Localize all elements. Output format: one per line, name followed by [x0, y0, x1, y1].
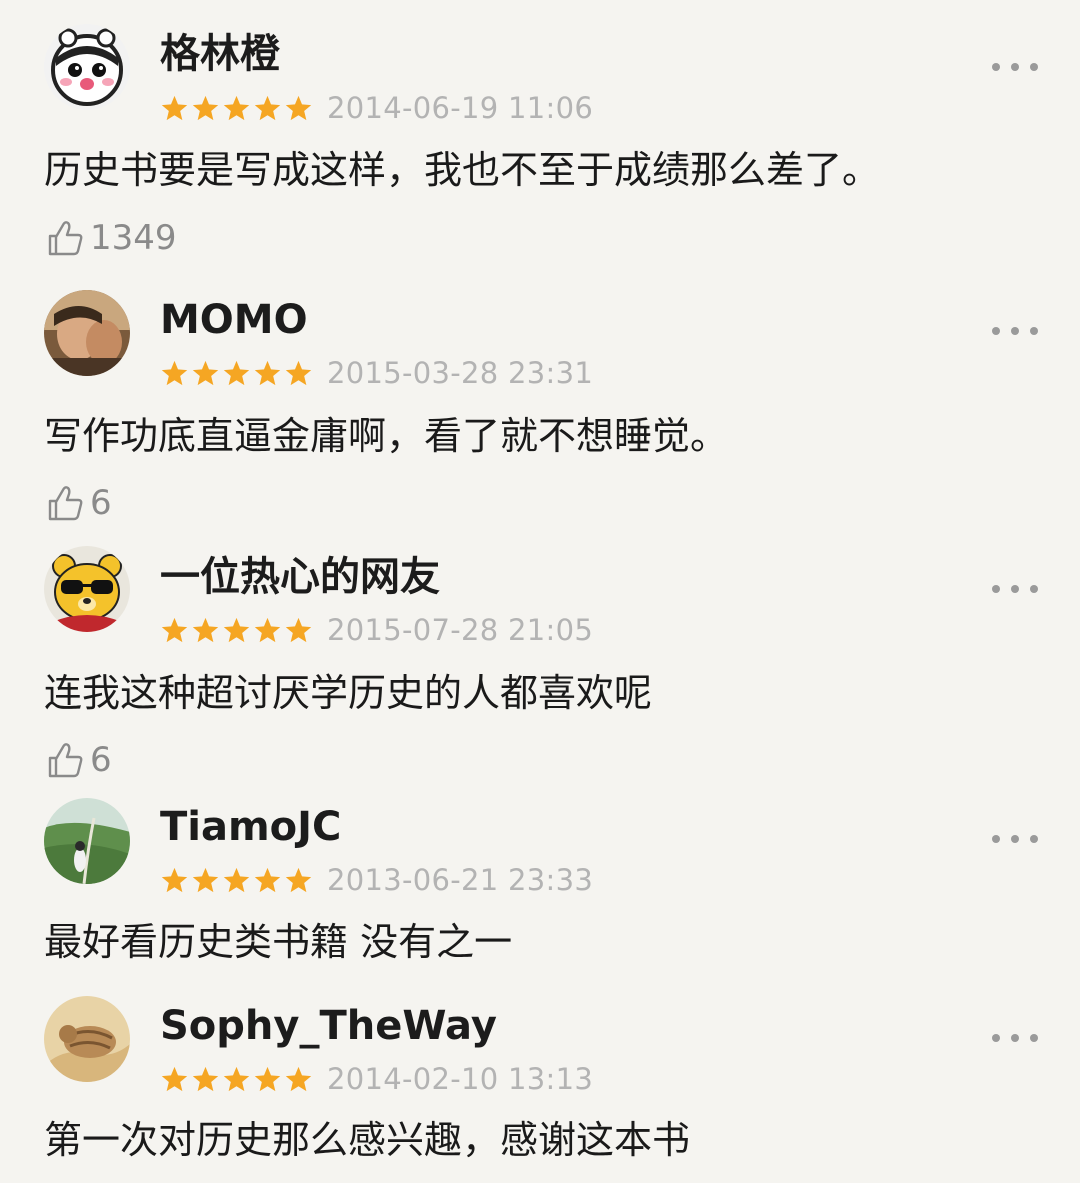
star-icon — [254, 1066, 281, 1091]
comment-date: 2014-02-10 13:13 — [327, 1062, 594, 1096]
username[interactable]: MOMO — [160, 296, 308, 344]
more-options-icon[interactable] — [986, 574, 1044, 604]
cartoon-face-avatar[interactable] — [44, 24, 130, 110]
star-icon — [223, 360, 250, 385]
comment-text: 历史书要是写成这样，我也不至于成绩那么差了。 — [44, 148, 881, 192]
comment-text: 写作功底直逼金庸啊，看了就不想睡觉。 — [44, 414, 729, 458]
star-icon — [192, 360, 219, 385]
rating-row: 2015-03-28 23:31 — [160, 353, 593, 393]
star-icon — [285, 95, 312, 120]
like-count: 6 — [90, 483, 112, 523]
more-options-icon[interactable] — [986, 316, 1044, 346]
comment-date: 2013-06-21 23:33 — [327, 863, 594, 897]
star-icon — [161, 867, 188, 892]
star-icon — [223, 867, 250, 892]
star-icon — [161, 360, 188, 385]
like-button[interactable]: 6 — [44, 479, 112, 527]
star-icon — [192, 617, 219, 642]
comment-date: 2014-06-19 11:06 — [327, 91, 594, 125]
rating-row: 2014-06-19 11:06 — [160, 88, 593, 128]
thumbs-up-icon — [48, 743, 83, 778]
star-icon — [254, 95, 281, 120]
star-icon — [254, 867, 281, 892]
username[interactable]: TiamoJC — [160, 803, 341, 851]
thumbs-up-icon — [48, 486, 83, 521]
more-options-icon[interactable] — [986, 52, 1044, 82]
comment-text: 第一次对历史那么感兴趣，感谢这本书 — [44, 1118, 691, 1162]
rating-row: 2013-06-21 23:33 — [160, 860, 593, 900]
star-rating — [160, 94, 313, 123]
cat-photo-avatar[interactable] — [44, 996, 130, 1082]
comment-text: 连我这种超讨厌学历史的人都喜欢呢 — [44, 671, 653, 715]
thumbs-up-icon — [48, 221, 83, 256]
star-rating — [160, 866, 313, 895]
rating-row: 2014-02-10 13:13 — [160, 1059, 593, 1099]
like-count: 1349 — [90, 218, 177, 258]
star-icon — [223, 95, 250, 120]
star-rating — [160, 616, 313, 645]
star-icon — [192, 867, 219, 892]
like-button[interactable]: 6 — [44, 736, 112, 784]
star-rating — [160, 1065, 313, 1094]
landscape-photo-avatar[interactable] — [44, 798, 130, 884]
star-icon — [254, 617, 281, 642]
star-icon — [223, 1066, 250, 1091]
cartoon-bear-sunglasses-avatar[interactable] — [44, 546, 130, 632]
comment-date: 2015-03-28 23:31 — [327, 356, 594, 390]
star-icon — [254, 360, 281, 385]
star-icon — [161, 617, 188, 642]
like-button[interactable]: 1349 — [44, 214, 177, 262]
more-options-icon[interactable] — [986, 1023, 1044, 1053]
rating-row: 2015-07-28 21:05 — [160, 610, 593, 650]
comment-text: 最好看历史类书籍 没有之一 — [44, 920, 513, 964]
comment-date: 2015-07-28 21:05 — [327, 613, 594, 647]
username[interactable]: Sophy_TheWay — [160, 1002, 497, 1050]
star-icon — [223, 617, 250, 642]
username[interactable]: 格林橙 — [160, 30, 280, 78]
star-icon — [285, 1066, 312, 1091]
star-icon — [285, 867, 312, 892]
star-icon — [192, 1066, 219, 1091]
star-icon — [192, 95, 219, 120]
star-icon — [161, 1066, 188, 1091]
star-rating — [160, 359, 313, 388]
star-icon — [161, 95, 188, 120]
photo-avatar[interactable] — [44, 290, 130, 376]
like-count: 6 — [90, 740, 112, 780]
star-icon — [285, 360, 312, 385]
star-icon — [285, 617, 312, 642]
username[interactable]: 一位热心的网友 — [160, 553, 440, 601]
more-options-icon[interactable] — [986, 824, 1044, 854]
